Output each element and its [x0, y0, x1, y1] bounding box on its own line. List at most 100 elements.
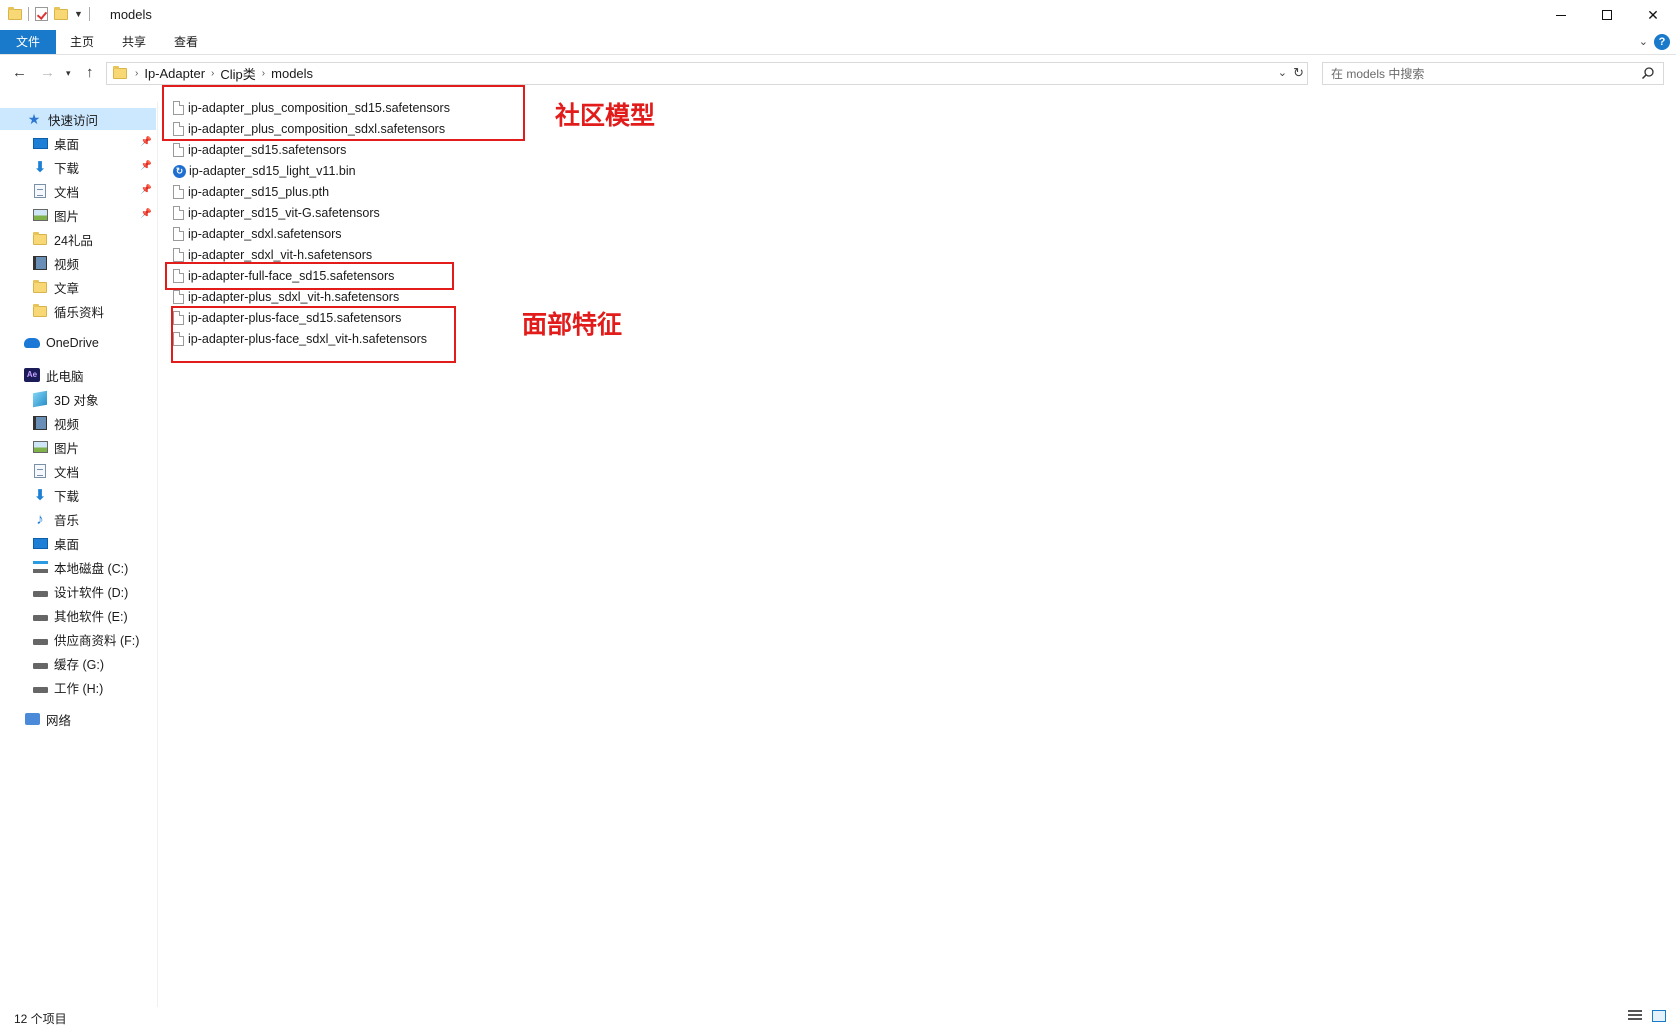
pin-icon[interactable]: 📌 — [141, 184, 152, 195]
recent-locations-chevron-icon[interactable]: ▾ — [66, 68, 71, 79]
sidebar-item-drive-d[interactable]: 设计软件 (D:) — [0, 580, 156, 602]
sidebar-item-label: 其他软件 (E:) — [54, 609, 128, 624]
maximize-icon — [1602, 10, 1612, 20]
music-note-icon: ♪ — [36, 510, 44, 528]
desktop-icon — [32, 537, 48, 549]
sidebar-item-24gifts[interactable]: 24礼品 — [0, 228, 156, 250]
large-icons-view-icon[interactable] — [1652, 1010, 1666, 1022]
sidebar-item-label: 文章 — [54, 281, 80, 296]
sidebar-item-pc-desktop[interactable]: 桌面 — [0, 532, 156, 554]
customize-toolbar-chevron-icon[interactable]: ▼ — [74, 9, 83, 19]
minimize-button[interactable] — [1538, 0, 1584, 30]
new-folder-icon[interactable] — [54, 6, 68, 20]
folder-icon — [113, 66, 127, 79]
sidebar-item-label: 图片 — [54, 441, 80, 456]
drive-icon — [32, 615, 48, 621]
pin-icon[interactable]: 📌 — [141, 208, 152, 219]
file-icon — [173, 206, 184, 220]
sidebar-item-label: OneDrive — [46, 336, 99, 350]
full-face-highlight-box — [165, 262, 454, 290]
sidebar-item-pc-pictures[interactable]: 图片 — [0, 436, 156, 458]
sidebar-item-label: 快速访问 — [48, 113, 99, 128]
maximize-button[interactable] — [1584, 0, 1630, 30]
sidebar-item-label: 3D 对象 — [54, 393, 99, 408]
back-arrow-icon[interactable]: ← — [12, 64, 27, 81]
breadcrumb-chevron-icon[interactable]: › — [135, 68, 138, 79]
address-bar[interactable]: › Ip-Adapter › Clip类 › models ⌄ ↻ — [106, 62, 1308, 85]
document-icon — [34, 184, 46, 198]
pin-icon[interactable]: 📌 — [141, 136, 152, 147]
tab-file[interactable]: 文件 — [0, 30, 56, 54]
properties-icon[interactable] — [35, 7, 48, 21]
sidebar-item-label: 循乐资料 — [54, 305, 105, 320]
list-item[interactable]: ip-adapter-plus_sdxl_vit-h.safetensors — [173, 287, 399, 307]
sidebar-item-quick-access[interactable]: ★ 快速访问 — [0, 108, 156, 130]
sidebar-item-drive-e[interactable]: 其他软件 (E:) — [0, 604, 156, 626]
sidebar-item-onedrive[interactable]: OneDrive — [0, 332, 156, 354]
desktop-icon — [32, 137, 48, 149]
sidebar-item-drive-f[interactable]: 供应商资料 (F:) — [0, 628, 156, 650]
pin-icon[interactable]: 📌 — [141, 160, 152, 171]
list-item[interactable]: ip-adapter_sd15_plus.pth — [173, 182, 329, 202]
sidebar-item-music[interactable]: ♪ 音乐 — [0, 508, 156, 530]
sidebar-item-network[interactable]: 网络 — [0, 708, 156, 730]
address-dropdown-chevron-icon[interactable]: ⌄ — [1278, 66, 1287, 79]
file-name: ip-adapter_sd15.safetensors — [188, 143, 347, 157]
sidebar-item-videos[interactable]: 视频 — [0, 252, 156, 274]
file-name: ip-adapter_sd15_plus.pth — [188, 185, 330, 199]
file-name: ip-adapter_sd15_vit-G.safetensors — [188, 206, 380, 220]
sidebar-item-drive-c[interactable]: 本地磁盘 (C:) — [0, 556, 156, 578]
search-input[interactable] — [1323, 63, 1623, 84]
breadcrumb-ip-adapter[interactable]: Ip-Adapter — [144, 66, 205, 81]
forward-arrow-icon[interactable]: → — [40, 64, 55, 81]
sidebar-item-pictures[interactable]: 图片 📌 — [0, 204, 156, 226]
system-drive-icon — [32, 561, 48, 573]
video-icon — [33, 256, 47, 270]
breadcrumb-models[interactable]: models — [271, 66, 313, 81]
list-item[interactable]: ip-adapter_sd15_vit-G.safetensors — [173, 203, 380, 223]
sidebar-item-this-pc[interactable]: Ae 此电脑 — [0, 364, 156, 386]
sidebar-item-pc-videos[interactable]: 视频 — [0, 412, 156, 434]
folder-icon — [8, 6, 22, 20]
expand-ribbon-chevron-icon[interactable]: ⌄ — [1639, 35, 1648, 48]
sidebar-item-pc-documents[interactable]: 文档 — [0, 460, 156, 482]
close-button[interactable]: ✕ — [1630, 0, 1676, 30]
sidebar-item-label: 本地磁盘 (C:) — [54, 561, 129, 576]
file-name: ip-adapter_sdxl_vit-h.safetensors — [188, 248, 373, 262]
breadcrumb-clip[interactable]: Clip类 — [220, 64, 255, 83]
bin-file-icon: ↻ — [173, 164, 186, 178]
sidebar-item-drive-h[interactable]: 工作 (H:) — [0, 676, 156, 698]
close-icon: ✕ — [1647, 6, 1659, 23]
3d-objects-icon — [33, 390, 47, 408]
sidebar-item-pc-downloads[interactable]: ⬇ 下载 — [0, 484, 156, 506]
list-item[interactable]: ip-adapter_sdxl.safetensors — [173, 224, 342, 244]
download-arrow-icon: ⬇ — [33, 159, 47, 176]
quick-access-toolbar: ▼ — [8, 6, 90, 21]
divider — [28, 7, 29, 21]
breadcrumb-chevron-icon[interactable]: › — [211, 68, 214, 79]
search-box[interactable] — [1322, 62, 1664, 85]
sidebar-item-articles[interactable]: 文章 — [0, 276, 156, 298]
sidebar-item-materials[interactable]: 循乐资料 — [0, 300, 156, 322]
details-view-icon[interactable] — [1628, 1010, 1642, 1022]
list-item[interactable]: ip-adapter_sd15.safetensors — [173, 140, 346, 160]
sidebar-item-drive-g[interactable]: 缓存 (G:) — [0, 652, 156, 674]
tab-share[interactable]: 共享 — [118, 30, 150, 54]
quick-access-star-icon: ★ — [27, 110, 41, 127]
help-icon[interactable]: ? — [1654, 34, 1670, 50]
sidebar-item-downloads[interactable]: ⬇ 下载 📌 — [0, 156, 156, 178]
breadcrumb-chevron-icon[interactable]: › — [262, 68, 265, 79]
sidebar-item-documents[interactable]: 文档 📌 — [0, 180, 156, 202]
sidebar-item-label: 缓存 (G:) — [54, 657, 104, 672]
refresh-icon[interactable]: ↻ — [1293, 65, 1304, 81]
sidebar-item-desktop[interactable]: 桌面 📌 — [0, 132, 156, 154]
list-item[interactable]: ↻ ip-adapter_sd15_light_v11.bin — [173, 161, 356, 181]
up-arrow-icon[interactable]: ↑ — [86, 64, 94, 81]
drive-icon — [32, 663, 48, 669]
file-icon — [173, 185, 184, 199]
status-bar: 12 个项目 — [0, 1007, 1676, 1027]
tab-home[interactable]: 主页 — [66, 30, 98, 54]
search-icon[interactable] — [1641, 66, 1655, 80]
tab-view[interactable]: 查看 — [170, 30, 202, 54]
sidebar-item-3d-objects[interactable]: 3D 对象 — [0, 388, 156, 410]
